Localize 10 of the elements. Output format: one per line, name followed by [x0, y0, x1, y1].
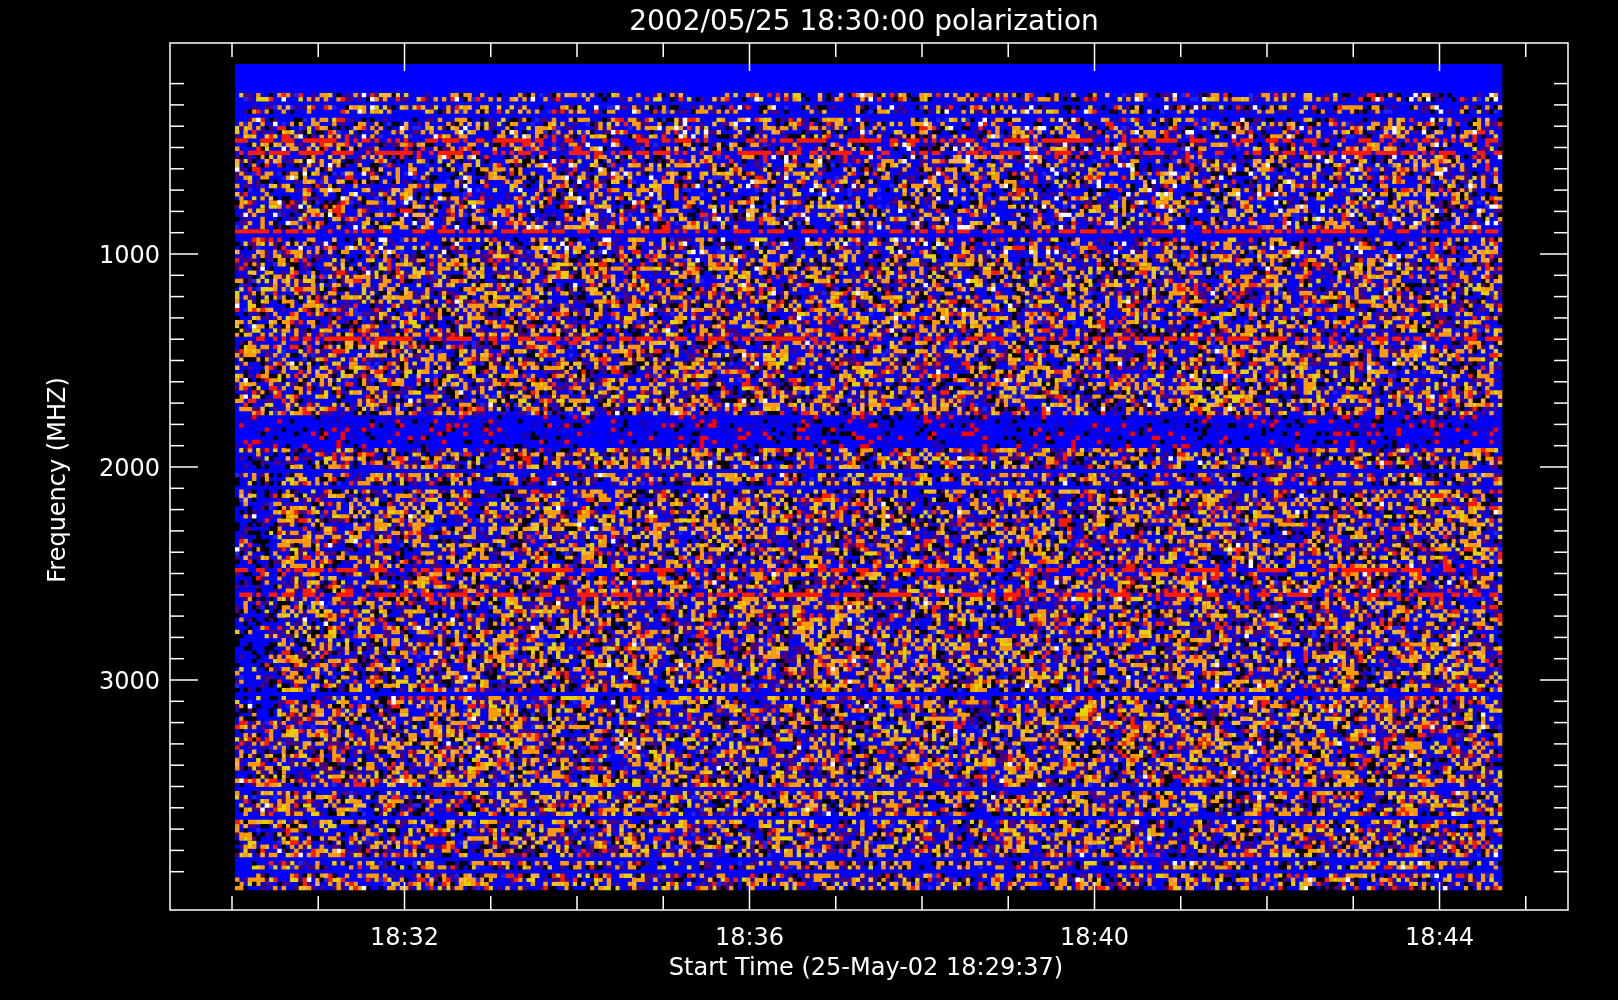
chart-title: 2002/05/25 18:30:00 polarization [629, 4, 1099, 37]
x-tick-label: 18:40 [1059, 923, 1130, 951]
y-tick-label: 2000 [98, 454, 160, 482]
y-axis-title: Frequency (MHZ) [43, 377, 71, 583]
x-tick-label: 18:44 [1404, 923, 1475, 951]
x-tick-label: 18:36 [714, 923, 785, 951]
x-tick-label: 18:32 [369, 923, 440, 951]
y-tick-label: 3000 [98, 667, 160, 695]
x-axis-title: Start Time (25-May-02 18:29:37) [668, 953, 1064, 981]
y-tick-label: 1000 [98, 241, 160, 269]
